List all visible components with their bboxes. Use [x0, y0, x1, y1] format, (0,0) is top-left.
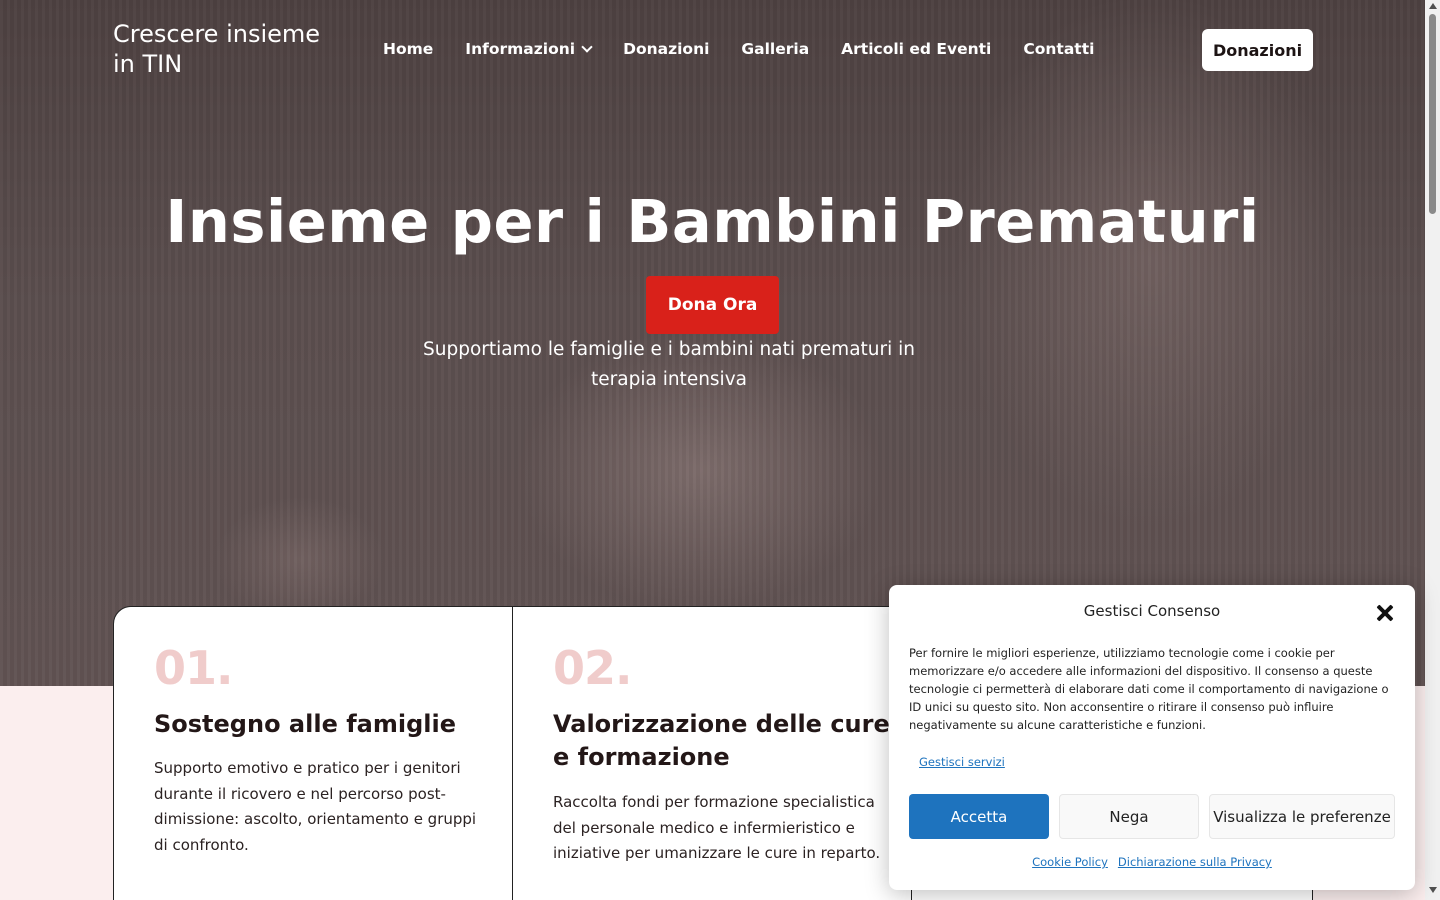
card-text: Raccolta fondi per formazione specialist…	[553, 793, 881, 862]
hero-title: Insieme per i Bambini Prematuri	[165, 187, 1260, 256]
card-title: Valorizzazione delle cure e formazione	[553, 710, 890, 771]
nav-item-galleria[interactable]: Galleria	[741, 38, 809, 60]
nav-item-home[interactable]: Home	[383, 38, 433, 60]
nav-item-contatti[interactable]: Contatti	[1023, 38, 1094, 60]
nav-label: Articoli ed Eventi	[841, 40, 992, 58]
card-number: 02.	[553, 641, 632, 695]
feature-card: 01. Sostegno alle famiglie Supporto emot…	[113, 606, 513, 900]
nav-label: Donazioni	[623, 40, 710, 58]
nav-label: Galleria	[741, 40, 810, 58]
nav-label: Home	[383, 40, 434, 58]
nav-item-informazioni[interactable]: Informazioni	[465, 38, 593, 60]
donate-now-button[interactable]: Dona Ora	[646, 276, 779, 334]
close-icon[interactable]	[1373, 601, 1397, 625]
page-scrollbar[interactable]	[1425, 0, 1440, 900]
card-text: Supporto emotivo e pratico per i genitor…	[154, 759, 477, 854]
deny-button[interactable]: Nega	[1059, 794, 1199, 839]
header-donate-button[interactable]: Donazioni	[1202, 29, 1313, 71]
main-navigation: Home Informazioni Donazioni Galleria Art…	[383, 38, 1094, 60]
scroll-up-arrow-icon[interactable]	[1429, 3, 1437, 9]
view-preferences-button[interactable]: Visualizza le preferenze	[1209, 794, 1395, 839]
feature-card: 02. Valorizzazione delle cure e formazio…	[512, 606, 912, 900]
manage-services-link[interactable]: Gestisci servizi	[919, 755, 1005, 769]
chevron-down-icon	[581, 41, 593, 53]
site-logo[interactable]: Crescere insieme in TIN	[113, 19, 343, 79]
nav-item-articoli-eventi[interactable]: Articoli ed Eventi	[841, 38, 991, 60]
accept-button[interactable]: Accetta	[909, 794, 1049, 839]
cookie-policy-link[interactable]: Cookie Policy	[1032, 855, 1108, 869]
card-number: 01.	[154, 641, 233, 695]
card-title: Sostegno alle famiglie	[154, 710, 456, 738]
scroll-down-arrow-icon[interactable]	[1429, 887, 1437, 893]
cookie-dialog-text: Per fornire le migliori esperienze, util…	[909, 646, 1389, 732]
privacy-statement-link[interactable]: Dichiarazione sulla Privacy	[1118, 855, 1272, 869]
cookie-dialog-title: Gestisci Consenso	[1083, 602, 1221, 620]
cookie-consent-dialog: Gestisci Consenso Per fornire le miglior…	[889, 585, 1415, 890]
nav-label: Informazioni	[465, 40, 576, 58]
cookie-dialog-links: Cookie Policy Dichiarazione sulla Privac…	[889, 855, 1415, 869]
nav-item-donazioni[interactable]: Donazioni	[623, 38, 709, 60]
hero-subtitle: Supportiamo le famiglie e i bambini nati…	[422, 339, 916, 390]
scrollbar-thumb[interactable]	[1429, 14, 1436, 214]
nav-label: Contatti	[1023, 40, 1095, 58]
